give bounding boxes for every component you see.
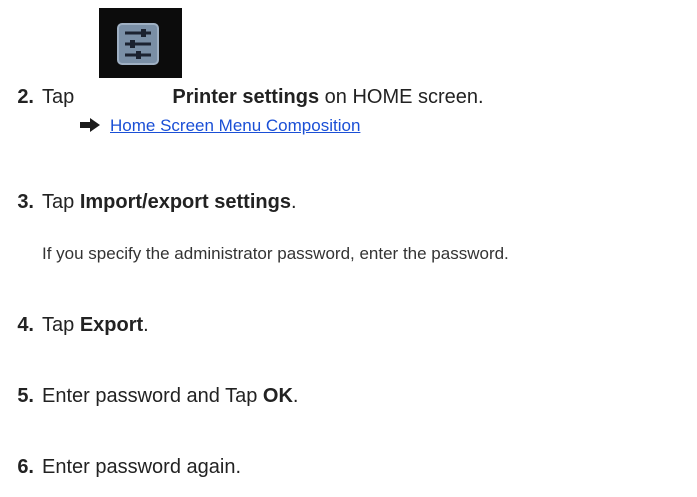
right-arrow-icon xyxy=(80,118,100,132)
ok-label: OK xyxy=(262,385,293,407)
step-3: 3. Tap Import/export settings. xyxy=(6,190,297,214)
step-5: 5. Enter password and Tap OK. xyxy=(6,384,298,408)
home-screen-menu-composition-link[interactable]: Home Screen Menu Composition xyxy=(110,116,360,135)
step-number: 6. xyxy=(17,456,34,478)
step-suffix: on HOME screen. xyxy=(324,86,484,108)
step-prefix: Tap xyxy=(42,191,75,213)
step-number: 2. xyxy=(17,86,34,108)
step-number: 5. xyxy=(17,385,34,407)
step-prefix: Tap xyxy=(42,314,75,336)
step-suffix: . xyxy=(292,385,299,407)
step-number: 3. xyxy=(17,191,34,213)
step-number: 4. xyxy=(17,314,34,336)
step-suffix: . xyxy=(143,314,149,336)
import-export-settings-label: Import/export settings xyxy=(79,191,291,213)
step-6: 6. Enter password again. xyxy=(6,455,241,479)
step-text: Enter password again. xyxy=(42,456,242,478)
step-2: 2. Tap Printer settings on HOME screen. xyxy=(6,85,484,109)
export-label: Export xyxy=(79,314,144,336)
printer-settings-label: Printer settings xyxy=(172,86,320,108)
reference-link-row: Home Screen Menu Composition xyxy=(80,115,360,137)
step-prefix: Enter password and Tap xyxy=(42,385,258,407)
step-4: 4. Tap Export. xyxy=(6,313,149,337)
step-prefix: Tap xyxy=(42,86,75,108)
administrator-password-note: If you specify the administrator passwor… xyxy=(42,244,509,263)
step-suffix: . xyxy=(290,191,297,213)
printer-settings-icon xyxy=(99,8,182,78)
